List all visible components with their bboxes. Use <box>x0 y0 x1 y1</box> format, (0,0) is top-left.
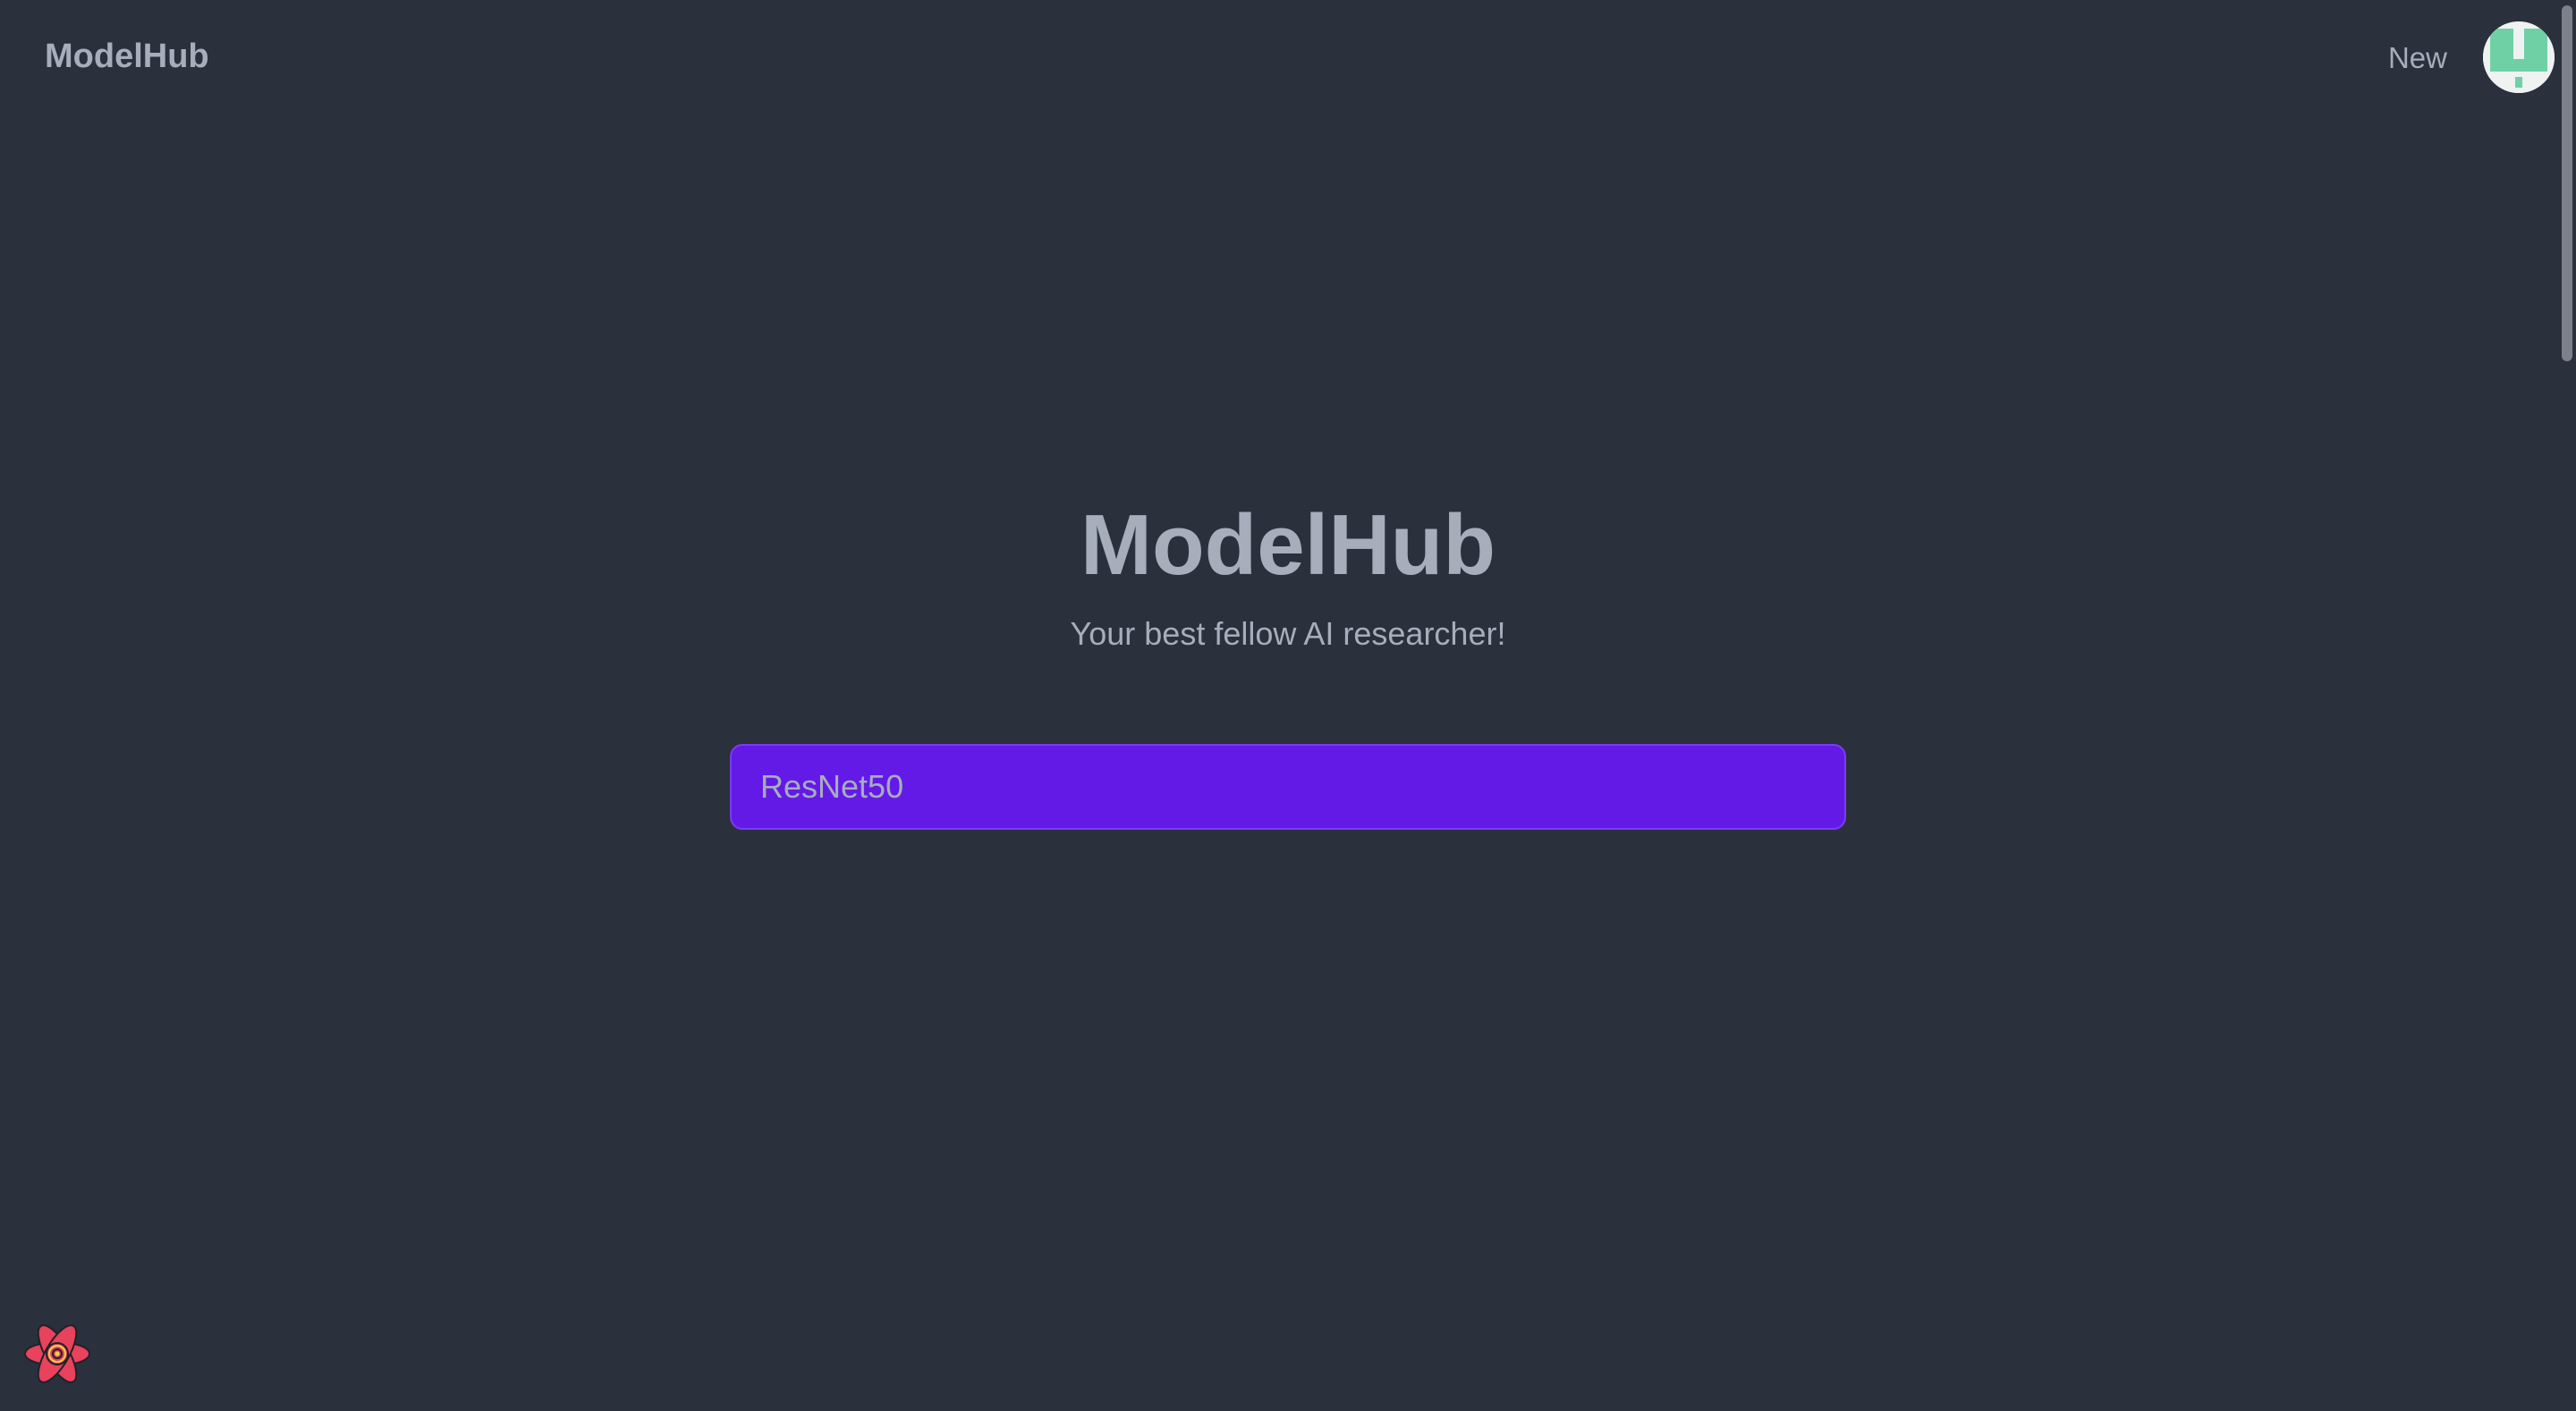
brand-logo-text[interactable]: ModelHub <box>45 38 209 76</box>
hero-title: ModelHub <box>1080 497 1496 593</box>
page: ModelHub New ModelHub Your best fellow A… <box>0 0 2576 1411</box>
react-logo-icon <box>24 1324 90 1383</box>
search-input[interactable] <box>730 744 1846 830</box>
hero-subtitle: Your best fellow AI researcher! <box>1070 615 1506 652</box>
identicon-avatar-icon <box>2483 21 2555 93</box>
scrollbar-track[interactable] <box>2555 0 2576 1411</box>
user-avatar[interactable] <box>2483 21 2555 93</box>
scrollbar-thumb[interactable] <box>2562 5 2572 361</box>
react-devtools-button[interactable] <box>21 1318 93 1390</box>
new-link[interactable]: New <box>2388 41 2447 75</box>
